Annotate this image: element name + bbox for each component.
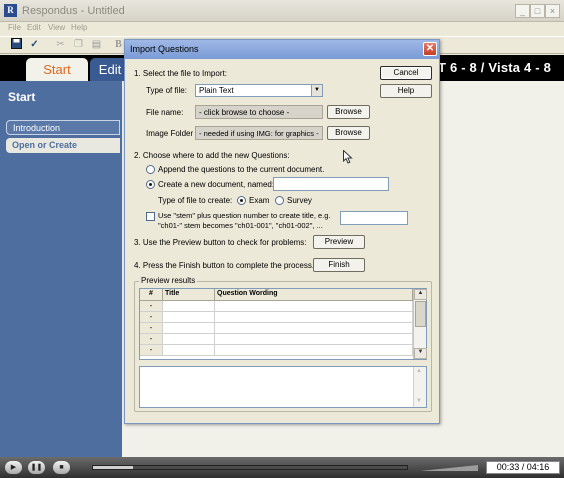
grid-cell[interactable] [215,312,413,323]
save-icon[interactable] [10,38,23,51]
append-label: Append the questions to the current docu… [158,165,325,174]
import-questions-dialog: Import Questions ✕ 1. Select the file to… [124,39,440,424]
minimize-button[interactable]: _ [515,4,530,18]
preview-button[interactable]: Preview [313,235,365,249]
grid-cell[interactable] [163,323,215,334]
grid-cell[interactable] [163,334,215,345]
textarea-scroll-down-icon[interactable]: ▼ [416,398,422,404]
grid-scrollbar[interactable]: ▲ ▼ [413,289,427,359]
grid-cell[interactable] [215,345,413,356]
seek-track[interactable] [92,465,408,470]
file-name-field: - click browse to choose - [195,105,323,119]
stop-button[interactable]: ■ [53,461,70,474]
grid-cell[interactable] [215,334,413,345]
grid-row-marker: - [140,323,163,334]
grid-cell[interactable] [215,323,413,334]
sidebar-title: Start [8,90,36,104]
menu-help[interactable]: Help [71,23,87,32]
mouse-cursor-icon [343,150,353,164]
sidebar-item-open-or-create[interactable]: Open or Create [6,138,120,153]
help-button[interactable]: Help [380,84,432,98]
preview-detail-textarea[interactable]: ▲ ▼ [139,366,427,408]
grid-row-marker: - [140,334,163,345]
preview-results-grid[interactable]: # Title Question Wording - - - - - ▲ ▼ [139,288,427,360]
grid-cell[interactable] [163,301,215,312]
stem-input[interactable] [340,211,408,225]
finish-button[interactable]: Finish [313,258,365,272]
play-button[interactable]: ▶ [5,461,22,474]
step1-label: 1. Select the file to Import: [134,69,227,78]
maximize-button[interactable]: □ [530,4,545,18]
grid-header-number: # [140,289,163,301]
cancel-button[interactable]: Cancel [380,66,432,80]
textarea-scroll-up-icon[interactable]: ▲ [416,368,422,374]
menu-view[interactable]: View [48,23,65,32]
cut-icon[interactable]: ✂ [54,38,67,51]
dialog-close-button[interactable]: ✕ [423,42,437,56]
app-window: R Respondus - Untitled _ □ × File Edit V… [0,0,564,478]
grid-header-question-wording: Question Wording [215,289,413,301]
preview-results-label: Preview results [139,276,198,285]
new-document-name-input[interactable] [273,177,389,191]
step3-label: 3. Use the Preview button to check for p… [134,238,307,247]
chevron-down-icon[interactable]: ▼ [311,85,322,96]
image-folder-label: Image Folder [146,129,194,138]
stem-description-line2: "ch01-" stem becomes "ch01-001", "ch01-0… [158,221,323,230]
grid-row-marker: - [140,312,163,323]
grid-row-marker: - [140,301,163,312]
scroll-thumb[interactable] [415,301,426,327]
step2-label: 2. Choose where to add the new Questions… [134,151,290,160]
exam-radio[interactable] [237,196,246,205]
stem-description-line1: Use "stem" plus question number to creat… [158,211,331,220]
grid-header-title: Title [163,289,215,301]
scroll-up-icon[interactable]: ▲ [414,289,427,300]
tab-start[interactable]: Start [26,58,88,81]
close-window-button[interactable]: × [545,4,560,18]
type-of-file-value: Plain Text [199,86,234,95]
step4-label: 4. Press the Finish button to complete t… [134,261,315,270]
survey-radio[interactable] [275,196,284,205]
browse-file-button[interactable]: Browse [327,105,370,119]
append-radio[interactable] [146,165,155,174]
app-icon: R [4,4,17,17]
browse-folder-button[interactable]: Browse [327,126,370,140]
grid-cell[interactable] [215,301,413,312]
window-title: Respondus - Untitled [22,5,125,17]
create-new-radio[interactable] [146,180,155,189]
seek-progress [93,466,133,469]
image-folder-field: - needed if using IMG: for graphics - [195,126,323,140]
create-new-label: Create a new document, named: [158,180,275,189]
copy-icon[interactable]: ❐ [72,38,85,51]
menu-edit[interactable]: Edit [27,23,41,32]
dialog-title: Import Questions [125,40,439,59]
textarea-scrollbar[interactable]: ▲ ▼ [413,367,426,407]
time-display: 00:33 / 04:16 [486,461,560,474]
type-of-file-select[interactable]: Plain Text ▼ [195,84,323,97]
paste-icon[interactable]: ▤ [90,38,103,51]
grid-cell[interactable] [163,312,215,323]
scroll-down-icon[interactable]: ▼ [414,348,427,359]
file-name-label: File name: [146,108,184,117]
exam-label: Exam [249,196,270,205]
type-of-file-label: Type of file: [146,86,187,95]
grid-cell[interactable] [163,345,215,356]
sidebar-item-introduction[interactable]: Introduction [6,120,120,135]
pause-button[interactable]: ❚❚ [28,461,45,474]
spellcheck-icon[interactable]: ✓ [28,38,41,51]
tab-right-label: T 6 - 8 / Vista 4 - 8 [438,60,552,75]
survey-label: Survey [287,196,312,205]
use-stem-checkbox[interactable] [146,212,155,221]
file-type-label: Type of file to create: [158,196,233,205]
grid-row-marker: - [140,345,163,356]
menu-file[interactable]: File [8,23,21,32]
